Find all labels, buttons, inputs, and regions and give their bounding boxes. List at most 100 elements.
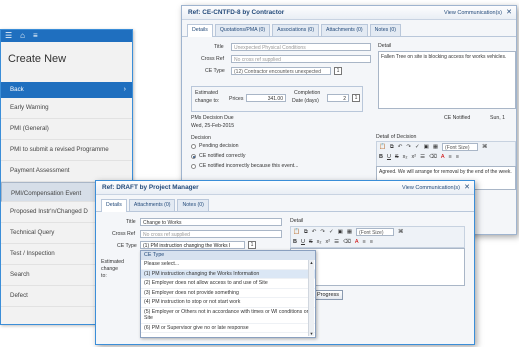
- nav-item[interactable]: Payment Assessment: [1, 161, 132, 182]
- table-icon[interactable]: ▦: [433, 144, 438, 150]
- source-icon[interactable]: ⌘: [482, 144, 488, 150]
- ce-type-dropdown[interactable]: CE Type Please select... (1) PM instructi…: [140, 250, 316, 338]
- tab[interactable]: Notes (0): [177, 199, 209, 211]
- radio-circle-icon[interactable]: [191, 153, 196, 159]
- dropdown-option[interactable]: (1) PM instruction changing the Works In…: [141, 269, 315, 279]
- cross-ref-field[interactable]: No cross ref supplied: [231, 55, 371, 63]
- text-color-icon[interactable]: A: [355, 239, 359, 245]
- decision-radio[interactable]: CE notified correctly: [191, 151, 298, 161]
- dropdown-option[interactable]: (6) PM or Supervisor give no or late res…: [141, 324, 315, 333]
- paste-icon[interactable]: 📋: [293, 229, 300, 235]
- clear-format-icon[interactable]: ⌫: [343, 239, 351, 245]
- radio-label: CE notified incorrectly because this eve…: [199, 163, 299, 169]
- bullet-list-icon[interactable]: ☰: [420, 154, 425, 160]
- back-button[interactable]: Back ›: [1, 82, 132, 98]
- image-icon[interactable]: ▣: [338, 229, 343, 235]
- dropdown-header: CE Type: [141, 251, 315, 260]
- completion-field[interactable]: 2: [327, 94, 349, 102]
- dropdown-option[interactable]: (2) Employer does not allow access to an…: [141, 279, 315, 289]
- spell-icon[interactable]: ✓: [415, 144, 420, 150]
- font-size-select[interactable]: (Font Size): [442, 143, 479, 151]
- scroll-down-icon[interactable]: ▼: [309, 331, 314, 336]
- underline-icon[interactable]: U: [387, 154, 391, 160]
- clear-format-icon[interactable]: ⌫: [429, 154, 437, 160]
- ce-type-info-button[interactable]: 1: [334, 67, 342, 75]
- ce-type-label: CE Type: [205, 68, 225, 74]
- dropdown-scrollbar[interactable]: ▲ ▼: [308, 260, 314, 336]
- redo-icon[interactable]: ↷: [320, 229, 325, 235]
- undo-icon[interactable]: ↶: [312, 229, 317, 235]
- view-communications-link[interactable]: View Communication(s): [402, 185, 460, 191]
- paste-icon[interactable]: 📋: [379, 144, 386, 150]
- align-right-icon[interactable]: ≡: [370, 239, 373, 245]
- nav-item[interactable]: Early Warning: [1, 98, 132, 119]
- strike-icon[interactable]: S: [309, 239, 313, 245]
- tab[interactable]: Attachments (0): [128, 199, 176, 211]
- copy-icon[interactable]: ⧉: [390, 144, 394, 151]
- align-left-icon[interactable]: ≡: [449, 154, 452, 160]
- superscript-icon[interactable]: x²: [412, 154, 417, 160]
- ce-type-label: CE Type: [117, 243, 137, 249]
- radio-circle-icon[interactable]: [191, 163, 196, 169]
- ce-notified-value: Sun, 1: [490, 115, 505, 121]
- radio-circle-icon[interactable]: [191, 143, 196, 149]
- ce-type-select[interactable]: (12) Contractor encounters unexpected: [231, 67, 331, 75]
- completion-label: Completion: [294, 90, 321, 96]
- copy-icon[interactable]: ⧉: [304, 229, 308, 236]
- source-icon[interactable]: ⌘: [398, 229, 404, 235]
- align-right-icon[interactable]: ≡: [456, 154, 459, 160]
- subscript-icon[interactable]: x₂: [403, 154, 408, 160]
- undo-icon[interactable]: ↶: [398, 144, 403, 150]
- ce-type-info-button[interactable]: 1: [248, 241, 256, 249]
- list-icon[interactable]: ≡: [33, 30, 38, 42]
- title-field[interactable]: Change to Works: [140, 218, 282, 226]
- align-left-icon[interactable]: ≡: [363, 239, 366, 245]
- menu-icon[interactable]: ☰: [5, 30, 12, 42]
- decision-radio[interactable]: Pending decision: [191, 141, 298, 151]
- text-color-icon[interactable]: A: [441, 154, 445, 160]
- tab[interactable]: Details: [187, 24, 213, 37]
- spell-icon[interactable]: ✓: [329, 229, 334, 235]
- dropdown-option[interactable]: (4) PM instruction to stop or not start …: [141, 298, 315, 308]
- table-icon[interactable]: ▦: [347, 229, 352, 235]
- redo-icon[interactable]: ↷: [406, 144, 411, 150]
- underline-icon[interactable]: U: [301, 239, 305, 245]
- decision-radio[interactable]: CE notified incorrectly because this eve…: [191, 161, 298, 171]
- dropdown-option[interactable]: (5) Employer or Others not in accordance…: [141, 308, 315, 324]
- image-icon[interactable]: ▣: [424, 144, 429, 150]
- home-icon[interactable]: ⌂: [20, 30, 25, 42]
- nav-item[interactable]: PMI (General): [1, 119, 132, 140]
- nav-item[interactable]: PMI to submit a revised Programme: [1, 140, 132, 161]
- bullet-list-icon[interactable]: ☰: [334, 239, 339, 245]
- detail-textarea[interactable]: Fallen Tree on site is blocking access f…: [378, 51, 516, 109]
- change-to-label: change to:: [195, 98, 220, 104]
- tab[interactable]: Notes (0): [369, 24, 402, 36]
- nav-item-label: Proposed Instr'n/Changed D: [10, 208, 88, 216]
- ce-type-select[interactable]: (1) PM instruction changing the Works I: [140, 241, 245, 249]
- detail-textarea[interactable]: [290, 248, 465, 286]
- prices-field[interactable]: 341.00: [246, 94, 286, 102]
- tab[interactable]: Quotations/PMA (0): [214, 24, 271, 36]
- scroll-up-icon[interactable]: ▲: [309, 260, 314, 265]
- close-icon[interactable]: ✕: [506, 8, 512, 16]
- completion-info-button[interactable]: 1: [352, 94, 360, 102]
- tab[interactable]: Details: [101, 199, 127, 212]
- nav-item-label: Test / Inspection: [10, 250, 55, 258]
- nav-item-label: Technical Query: [10, 229, 55, 237]
- view-communications-link[interactable]: View Communication(s): [444, 10, 502, 16]
- tab[interactable]: Associations (0): [272, 24, 320, 36]
- font-size-select[interactable]: (Font Size): [356, 228, 395, 236]
- bold-icon[interactable]: B: [293, 239, 297, 245]
- superscript-icon[interactable]: x²: [326, 239, 331, 245]
- bold-icon[interactable]: B: [379, 154, 383, 160]
- tab[interactable]: Attachments (0): [321, 24, 368, 36]
- cross-ref-field[interactable]: No cross ref supplied: [140, 230, 282, 238]
- subscript-icon[interactable]: x₂: [317, 239, 322, 245]
- strike-icon[interactable]: S: [395, 154, 399, 160]
- dropdown-option[interactable]: Please select...: [141, 260, 315, 270]
- back-label: Back: [10, 86, 24, 93]
- title-field[interactable]: Unexpected Physical Conditions: [231, 43, 371, 51]
- progress-button[interactable]: Progress: [313, 290, 344, 300]
- dropdown-option[interactable]: (3) Employer does not provide something: [141, 289, 315, 298]
- close-icon[interactable]: ✕: [464, 183, 470, 191]
